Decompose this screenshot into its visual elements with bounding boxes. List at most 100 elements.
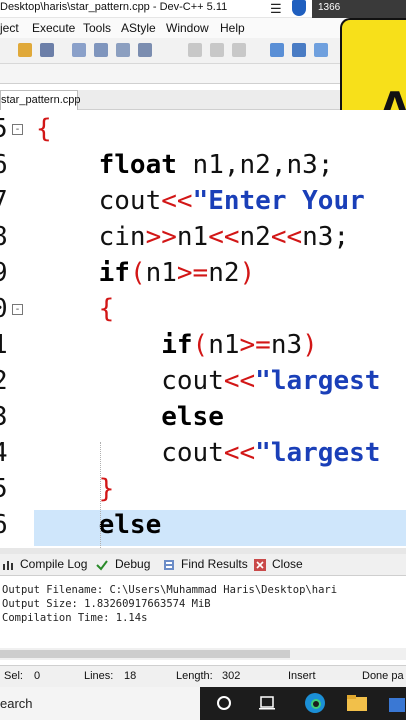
tab-find-results[interactable]: Find Results	[181, 557, 248, 571]
tool-icon-7[interactable]	[188, 43, 202, 57]
taskbar-icons	[200, 687, 406, 720]
code-text: if(n1>=n3)	[36, 330, 318, 360]
compilation-time: Compilation Time: 1.14s	[2, 612, 148, 624]
resolution-text: 1366	[318, 2, 341, 13]
horizontal-scrollbar[interactable]	[0, 648, 406, 660]
tool-icon-9[interactable]	[232, 43, 246, 57]
code-text: cout<<"largest	[36, 366, 380, 396]
code-text: else	[36, 510, 162, 540]
code-token: (	[192, 330, 209, 360]
tool-icon-12[interactable]	[314, 43, 328, 57]
store-icon[interactable]	[388, 693, 406, 713]
code-token: (	[129, 258, 146, 288]
code-token: <<	[161, 186, 193, 216]
status-sel-value: 0	[34, 670, 41, 682]
task-view-icon[interactable]	[258, 695, 276, 711]
compile-log-output: Output Filename: C:\Users\Muhammad Haris…	[0, 578, 406, 648]
code-token: cin	[98, 222, 146, 252]
tool-icon-6[interactable]	[138, 43, 152, 57]
status-insert-mode: Insert	[288, 670, 316, 682]
line-number: 3	[0, 402, 8, 432]
edge-icon[interactable]	[304, 692, 326, 714]
tool-icon-3[interactable]	[72, 43, 86, 57]
tab-close[interactable]: Close	[272, 557, 303, 571]
line-number: 9	[0, 258, 8, 288]
taskbar: earch	[0, 687, 406, 720]
menu-execute[interactable]: Execute	[32, 21, 75, 35]
shield-icon	[292, 0, 306, 16]
status-lines-label: Lines:	[84, 670, 114, 682]
code-token: if	[98, 258, 130, 288]
line-number: 2	[0, 366, 8, 396]
code-token: float	[98, 150, 177, 180]
tab-debug[interactable]: Debug	[115, 557, 150, 571]
indent-guide	[100, 442, 101, 550]
code-token: n3;	[302, 222, 350, 252]
menu-window[interactable]: Window	[166, 21, 209, 35]
tab-compile-log[interactable]: Compile Log	[20, 557, 87, 571]
code-token: >=	[239, 330, 271, 360]
menu-icon[interactable]: ☰	[270, 1, 282, 17]
code-token: else	[98, 510, 162, 540]
cortana-icon[interactable]	[216, 695, 232, 711]
line-number: 6	[0, 510, 8, 540]
line-number: 0	[0, 294, 8, 324]
code-token: n1	[176, 222, 209, 252]
tool-icon-2[interactable]	[40, 43, 54, 57]
code-token: cout	[98, 186, 162, 216]
code-token: n2	[208, 258, 240, 288]
compile-log-icon	[3, 561, 13, 570]
code-token: "largest	[255, 438, 381, 468]
tool-icon-4[interactable]	[94, 43, 108, 57]
code-token: <<	[223, 438, 256, 468]
fold-toggle-icon[interactable]: -	[12, 304, 23, 315]
tool-icon-11[interactable]	[292, 43, 306, 57]
file-explorer-icon[interactable]	[346, 693, 368, 713]
menu-help[interactable]: Help	[220, 21, 245, 35]
code-token: cout	[161, 366, 224, 396]
code-token: n1	[208, 330, 240, 360]
code-text: cout<<"Enter Your	[36, 186, 365, 216]
code-token: {	[36, 114, 52, 144]
tool-icon-10[interactable]	[270, 43, 284, 57]
output-filename: Output Filename: C:\Users\Muhammad Haris…	[2, 584, 338, 596]
code-text: float n1,n2,n3;	[36, 150, 334, 180]
code-token: n1,n2,n3;	[176, 150, 334, 180]
tab-star-pattern[interactable]: star_pattern.cpp	[0, 90, 81, 110]
tool-icon-5[interactable]	[116, 43, 130, 57]
code-token: >=	[176, 258, 209, 288]
line-number: 1	[0, 330, 8, 360]
scrollbar-thumb[interactable]	[0, 650, 290, 658]
menu-project[interactable]: ject	[0, 21, 19, 35]
taskbar-search[interactable]: earch	[0, 687, 200, 720]
status-length-label: Length:	[176, 670, 213, 682]
code-editor[interactable]: 5-{6 float n1,n2,n3;7 cout<<"Enter Your8…	[0, 110, 406, 550]
code-token: else	[161, 402, 224, 432]
menu-astyle[interactable]: AStyle	[121, 21, 156, 35]
code-token: "largest	[255, 366, 381, 396]
code-token: n3	[270, 330, 303, 360]
code-text: cin>>n1<<n2<<n3;	[36, 222, 350, 252]
code-line[interactable]	[0, 114, 406, 150]
find-results-icon	[164, 560, 174, 570]
code-token: <<	[270, 222, 303, 252]
debug-check-icon	[96, 560, 108, 571]
code-token: "Enter Your	[192, 186, 365, 216]
taskbar-search-text: earch	[0, 696, 33, 711]
editor-tab-bar: star_pattern.cpp	[0, 90, 340, 110]
tool-icon-8[interactable]	[210, 43, 224, 57]
menu-tools[interactable]: Tools	[83, 21, 111, 35]
status-lines-value: 18	[124, 670, 137, 682]
line-number: 5	[0, 474, 8, 504]
tool-icon-1[interactable]	[18, 43, 32, 57]
fold-toggle-icon[interactable]: -	[12, 124, 23, 135]
